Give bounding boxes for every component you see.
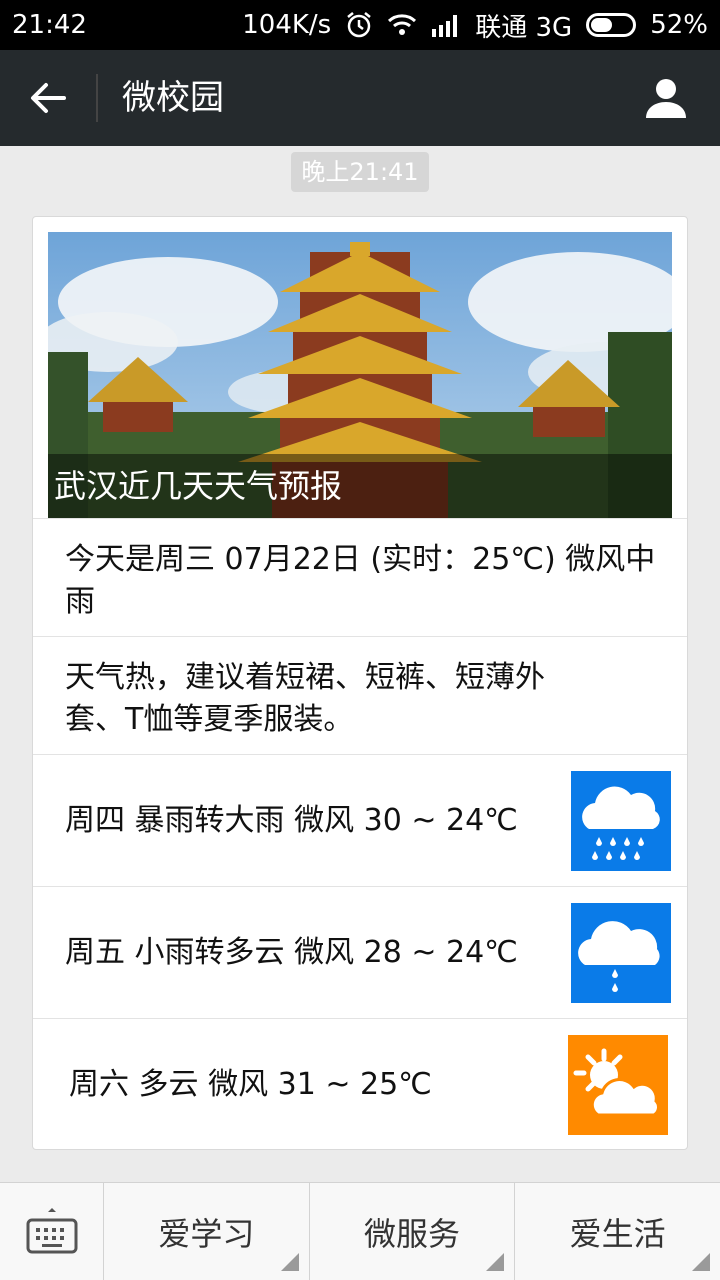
heavy-rain-icon: [571, 771, 671, 871]
advice-row[interactable]: 天气热，建议着短裙、短裤、短薄外套、T恤等夏季服装。: [33, 636, 687, 754]
status-bar: 21:42 104K/s 联通 3G 52%: [0, 0, 720, 50]
back-button[interactable]: [0, 50, 96, 146]
wifi-icon: [387, 13, 417, 37]
forecast-row-sat[interactable]: 周六 多云 微风 31 ~ 25℃: [33, 1018, 687, 1150]
light-rain-icon: [571, 903, 671, 1003]
battery-percent: 52%: [650, 10, 708, 40]
clothing-advice-text: 天气热，建议着短裙、短裤、短薄外套、T恤等夏季服装。: [65, 660, 545, 737]
hero-image[interactable]: 武汉近几天天气预报: [48, 232, 672, 518]
today-weather-text: 今天是周三 07月22日 (实时：25℃) 微风中雨: [65, 542, 656, 619]
menu-item-learn[interactable]: 爱学习: [104, 1183, 310, 1280]
status-right: 104K/s 联通 3G 52%: [242, 7, 708, 44]
battery-icon: [586, 13, 637, 37]
title-bar: 微校园: [0, 50, 720, 146]
title-divider: [96, 74, 98, 122]
menu-item-services[interactable]: 微服务: [310, 1183, 516, 1280]
menu-item-life[interactable]: 爱生活: [515, 1183, 720, 1280]
submenu-corner-icon: [692, 1253, 711, 1271]
profile-button[interactable]: [640, 72, 692, 124]
menu-item-label: 爱生活: [569, 1215, 666, 1253]
bottom-menu: 爱学习 微服务 爱生活: [0, 1182, 720, 1280]
today-row[interactable]: 今天是周三 07月22日 (实时：25℃) 微风中雨: [33, 518, 687, 636]
forecast-text: 周六 多云 微风 31 ~ 25℃: [69, 1067, 432, 1102]
page-title: 微校园: [122, 78, 224, 118]
network-speed: 104K/s: [242, 10, 332, 40]
person-icon: [646, 79, 686, 118]
forecast-row-thu[interactable]: 周四 暴雨转大雨 微风 30 ~ 24℃: [33, 754, 687, 886]
submenu-corner-icon: [280, 1253, 299, 1271]
forecast-row-fri[interactable]: 周五 小雨转多云 微风 28 ~ 24℃: [33, 886, 687, 1018]
carrier-label: 联通 3G: [475, 12, 573, 43]
article-card[interactable]: 武汉近几天天气预报 今天是周三 07月22日 (实时：25℃) 微风中雨 天气热…: [32, 216, 688, 1150]
alarm-icon: [345, 11, 373, 39]
partly-cloudy-icon: [568, 1035, 668, 1135]
menu-item-label: 爱学习: [158, 1215, 255, 1253]
keyboard-toggle-button[interactable]: [0, 1183, 104, 1280]
hero-caption: 武汉近几天天气预报: [48, 454, 672, 518]
forecast-text: 周五 小雨转多云 微风 28 ~ 24℃: [65, 935, 518, 970]
submenu-corner-icon: [486, 1253, 505, 1271]
back-arrow-icon: [31, 83, 66, 113]
message-timestamp: 晚上21:41: [291, 152, 429, 192]
keyboard-icon: [26, 1208, 77, 1254]
signal-icon: [431, 13, 461, 37]
forecast-text: 周四 暴雨转大雨 微风 30 ~ 24℃: [65, 803, 518, 838]
menu-item-label: 微服务: [364, 1215, 461, 1253]
status-time: 21:42: [12, 10, 87, 40]
